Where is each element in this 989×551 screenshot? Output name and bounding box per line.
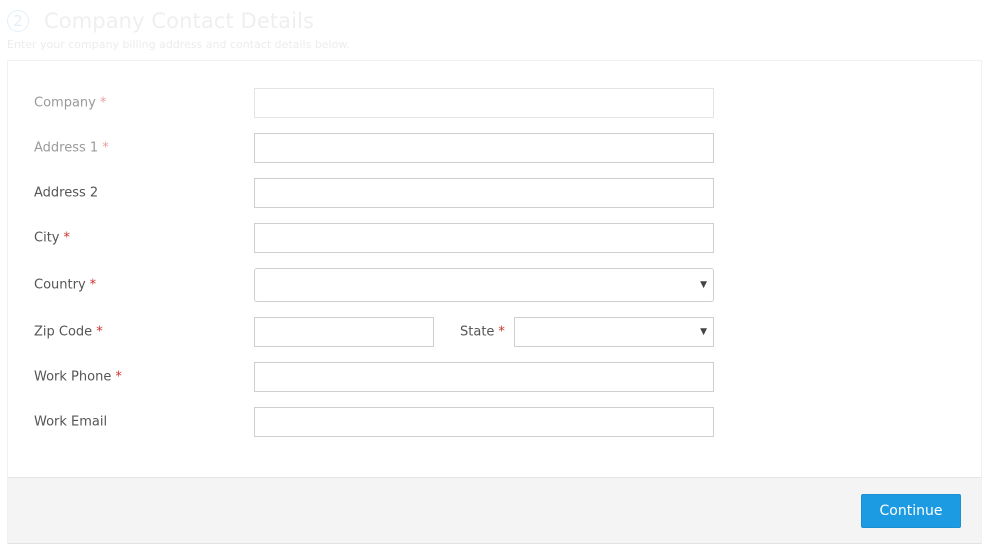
state-label: State * <box>460 324 505 340</box>
zip-state-row: Zip Code * State * ▼ <box>8 317 981 347</box>
city-row: City * <box>8 223 981 253</box>
work-phone-row: Work Phone * <box>8 362 981 392</box>
step-title: Company Contact Details <box>44 9 315 33</box>
required-marker: * <box>498 324 505 340</box>
state-select[interactable]: ▼ <box>514 317 714 347</box>
country-label: Country * <box>34 277 97 293</box>
required-marker: * <box>102 140 109 156</box>
required-marker: * <box>89 277 97 293</box>
required-marker: * <box>115 369 122 385</box>
required-marker: * <box>63 230 70 246</box>
contact-details-form: Company * Address 1 * Address 2 City * Coun… <box>7 60 982 544</box>
caret-down-icon: ▼ <box>700 327 707 337</box>
address2-input[interactable] <box>254 178 714 208</box>
address2-row: Address 2 <box>8 178 981 208</box>
country-row: Country * ▼ <box>8 268 981 302</box>
step-header: 2 Company Contact Details <box>7 6 314 36</box>
required-marker: * <box>96 324 103 340</box>
step-number-badge: 2 <box>7 10 29 32</box>
city-input[interactable] <box>254 223 714 253</box>
address1-input[interactable] <box>254 133 714 163</box>
zip-input[interactable] <box>254 317 434 347</box>
work-email-row: Work Email <box>8 407 981 437</box>
city-label: City * <box>34 230 70 246</box>
work-phone-input[interactable] <box>254 362 714 392</box>
form-footer: Continue <box>8 477 981 543</box>
address1-row: Address 1 * <box>8 133 981 163</box>
address1-label: Address 1 * <box>34 140 109 156</box>
work-email-input[interactable] <box>254 407 714 437</box>
address2-label: Address 2 <box>34 185 99 201</box>
company-row: Company * <box>8 88 981 118</box>
continue-button[interactable]: Continue <box>861 494 961 528</box>
country-select[interactable]: ▼ <box>254 268 714 302</box>
caret-down-icon: ▼ <box>700 280 707 290</box>
work-phone-label: Work Phone * <box>34 369 122 385</box>
work-email-label: Work Email <box>34 414 108 430</box>
company-label: Company * <box>34 95 107 111</box>
company-input[interactable] <box>254 88 714 118</box>
zip-label: Zip Code * <box>34 324 103 340</box>
step-subtitle: Enter your company billing address and c… <box>7 38 350 51</box>
required-marker: * <box>99 95 107 111</box>
